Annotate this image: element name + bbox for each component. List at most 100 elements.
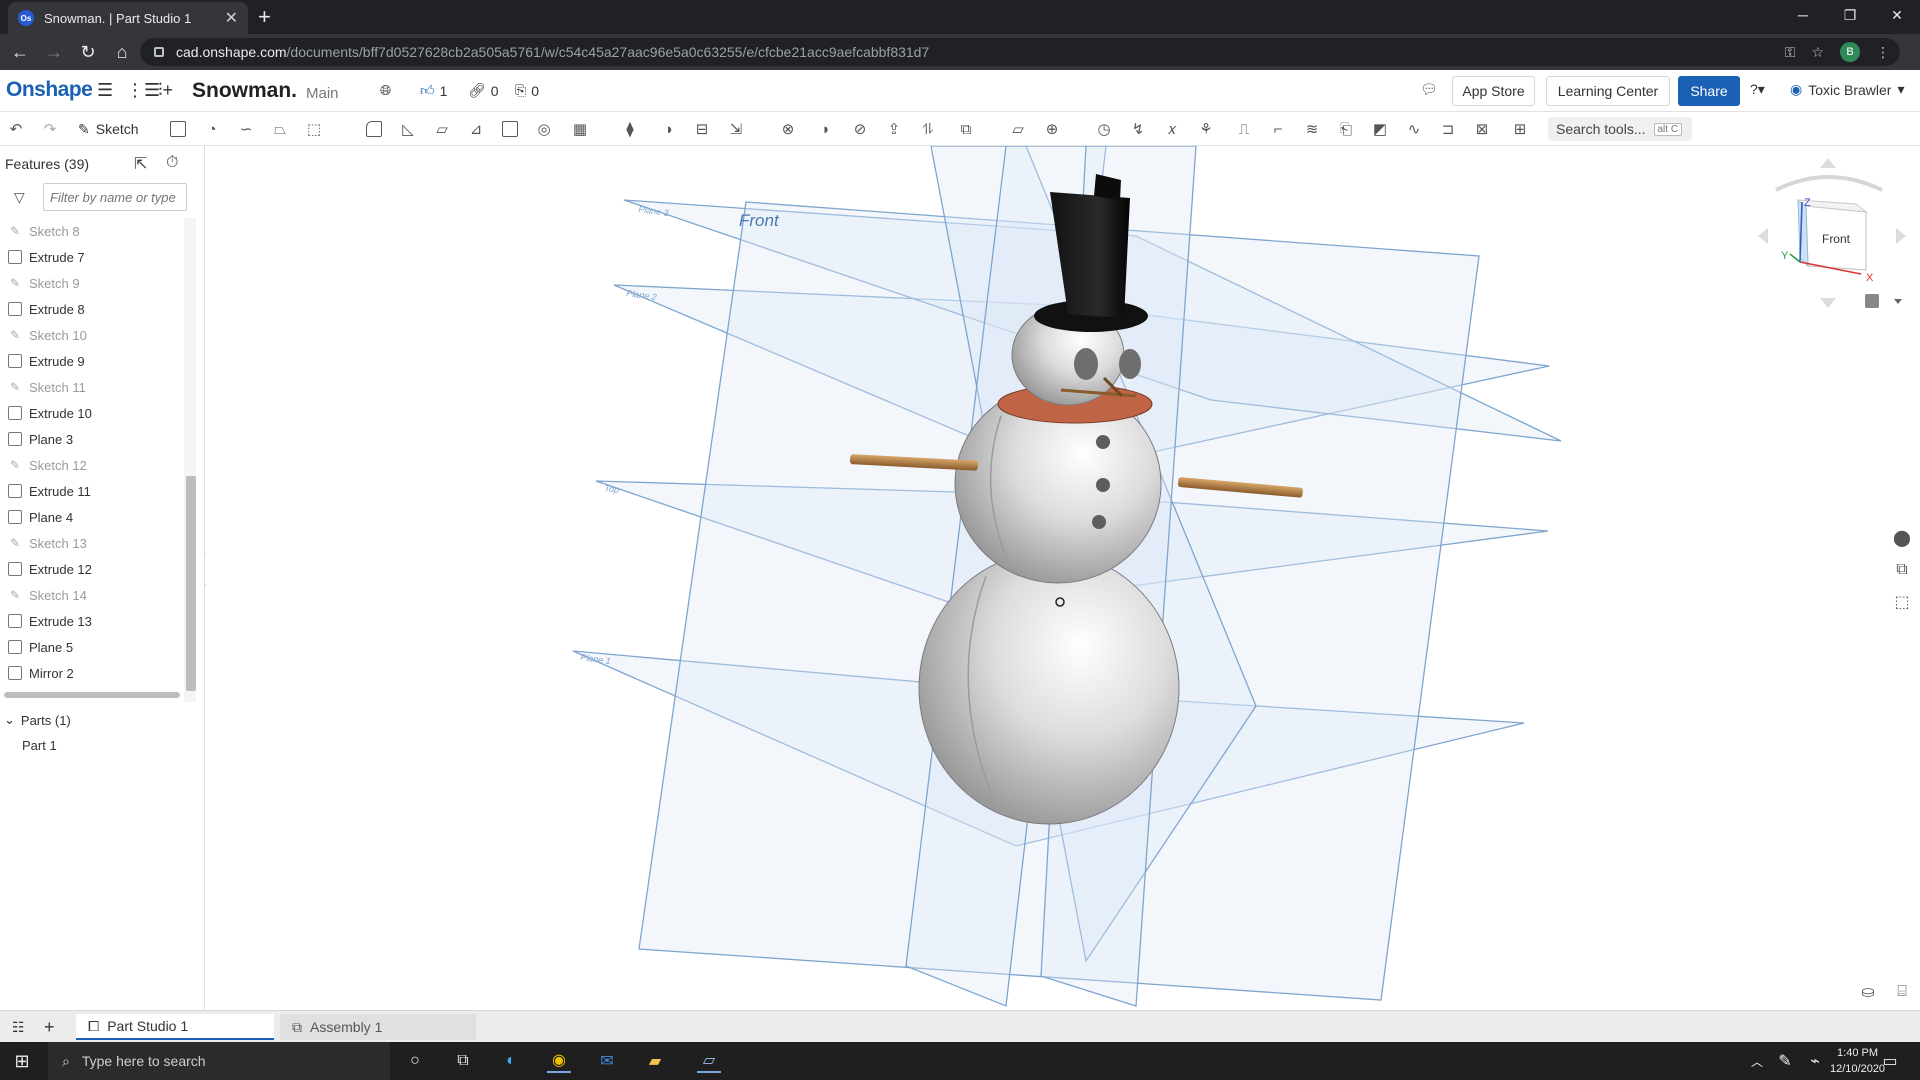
add-custom-feature-icon[interactable]: ⊞ — [1510, 119, 1530, 139]
feature-scrollbar-thumb[interactable] — [186, 476, 196, 691]
sheet-metal-icon[interactable]: ⎍ — [1234, 119, 1254, 139]
feature-item[interactable]: Extrude 9 — [0, 348, 182, 374]
feature-tree-icon[interactable]: ⋮☰ — [126, 80, 160, 101]
offset-surface-icon[interactable]: ⧉ — [956, 119, 976, 139]
timer-icon[interactable]: ⏱ — [166, 154, 178, 172]
feature-item[interactable]: ✎ Sketch 10 — [0, 322, 182, 348]
parts-header[interactable]: ⌄ Parts (1) — [4, 712, 71, 728]
bend-icon[interactable]: ∿ — [1404, 119, 1424, 139]
render-mode-icon[interactable]: ⛀ — [1856, 980, 1880, 1004]
mate-connector-icon[interactable]: ⊕ — [1042, 119, 1062, 139]
windows-start-icon[interactable]: ⊞ — [10, 1049, 34, 1073]
sketch-button[interactable]: ✎ Sketch — [78, 118, 139, 140]
notifications-icon[interactable]: ▭ — [1878, 1049, 1902, 1073]
star-icon[interactable]: ☆ — [1811, 44, 1824, 61]
feature-item[interactable]: ✎ Sketch 8 — [0, 218, 182, 244]
key-icon[interactable]: ⚿ — [1785, 44, 1796, 61]
hem-icon[interactable]: ≋ — [1302, 119, 1322, 139]
loft-icon[interactable]: ⏢ — [270, 119, 290, 139]
thicken-icon[interactable]: ⬚ — [304, 119, 324, 139]
model-canvas[interactable]: Front Plane 3 Plane 2 Top Plane 1 Front … — [206, 146, 1920, 1010]
move-face-icon[interactable]: ⇪ — [884, 119, 904, 139]
edge-icon[interactable]: ◐ — [499, 1049, 523, 1073]
feature-item[interactable]: ✎ Sketch 12 — [0, 452, 182, 478]
url-field[interactable]: cad.onshape.com/documents/bff7d0527628cb… — [140, 38, 1900, 66]
joint-icon[interactable]: ⊐ — [1438, 119, 1458, 139]
boolean-icon[interactable]: ◑ — [658, 119, 678, 139]
horizontal-scrollbar[interactable] — [4, 692, 180, 698]
close-window-icon[interactable]: ✕ — [1874, 0, 1920, 30]
back-icon[interactable]: ← — [6, 38, 34, 66]
minimize-icon[interactable]: ─ — [1780, 0, 1826, 30]
sweep-icon[interactable]: ∽ — [236, 119, 256, 139]
feature-item[interactable]: Extrude 8 — [0, 296, 182, 322]
tab-part-studio-1[interactable]: ⧠ Part Studio 1 — [76, 1014, 274, 1040]
hole-icon[interactable]: ◎ — [534, 119, 554, 139]
chevron-up-icon[interactable]: ︿ — [1745, 1049, 1769, 1073]
flange-icon[interactable]: ⌐ — [1268, 119, 1288, 139]
menu-icon[interactable]: ☰ — [97, 80, 113, 101]
pattern-icon[interactable]: ▦ — [570, 119, 590, 139]
user-menu[interactable]: ◉ Toxic Brawler ▾ — [1790, 81, 1905, 98]
undo-icon[interactable]: ↶ — [6, 119, 26, 139]
feature-item[interactable]: ✎ Sketch 11 — [0, 374, 182, 400]
feature-item[interactable]: Extrude 12 — [0, 556, 182, 582]
feature-item[interactable]: Extrude 11 — [0, 478, 182, 504]
new-tab-icon[interactable]: + — [258, 4, 271, 30]
tab-assembly-1[interactable]: ⧉ Assembly 1 — [280, 1014, 476, 1040]
restore-icon[interactable]: ❐ — [1827, 0, 1873, 30]
transform-icon[interactable]: ⇲ — [726, 119, 746, 139]
parts-icon[interactable]: ⧉ — [1890, 558, 1914, 582]
taskbar-search[interactable]: ⌕ Type here to search — [48, 1042, 390, 1080]
cortana-icon[interactable]: ○ — [403, 1049, 427, 1073]
part-item[interactable]: Part 1 — [22, 738, 57, 753]
workspace-name[interactable]: Main — [306, 85, 339, 102]
rollback-icon[interactable]: ⇱ — [134, 154, 147, 174]
feature-item[interactable]: ✎ Sketch 13 — [0, 530, 182, 556]
feature-item[interactable]: Mirror 2 — [0, 660, 182, 686]
feature-item[interactable]: Plane 5 — [0, 634, 182, 660]
plane-icon[interactable]: ▱ — [1008, 119, 1028, 139]
feature-filter-input[interactable] — [43, 183, 187, 211]
reload-icon[interactable]: ↻ — [74, 38, 102, 66]
flat-view-icon[interactable]: ⊠ — [1472, 119, 1492, 139]
links[interactable]: 🔗︎ 0 — [468, 82, 499, 99]
insert-icon[interactable]: ⫶+ — [158, 80, 173, 101]
modify-fillet-icon[interactable]: ◗ — [816, 119, 836, 139]
rib-icon[interactable]: ⊿ — [466, 119, 486, 139]
chamfer-icon[interactable]: ◺ — [398, 119, 418, 139]
corner-icon[interactable]: ◩ — [1370, 119, 1390, 139]
tab-icon[interactable]: ⎗ — [1336, 119, 1356, 139]
redo-icon[interactable]: ↷ — [40, 119, 60, 139]
draft-icon[interactable]: ⏥ — [432, 119, 452, 139]
feature-item[interactable]: ✎ Sketch 9 — [0, 270, 182, 296]
helix-icon[interactable]: ◷ — [1094, 119, 1114, 139]
more-icon[interactable]: ⋮ — [1876, 44, 1890, 61]
share-button[interactable]: Share — [1678, 76, 1740, 106]
browser-tab[interactable]: Os Snowman. | Part Studio 1 ✕ — [8, 2, 248, 34]
add-tab-icon[interactable]: + — [36, 1014, 55, 1040]
fillet-icon[interactable] — [364, 119, 384, 139]
mail-icon[interactable]: ✉ — [595, 1049, 619, 1073]
chrome-icon[interactable]: ◉ — [547, 1049, 571, 1073]
curve-icon[interactable]: ↯ — [1128, 119, 1148, 139]
graphics-viewport[interactable]: Front Plane 3 Plane 2 Top Plane 1 Front … — [206, 146, 1920, 1010]
forward-icon[interactable]: → — [40, 38, 68, 66]
feature-item[interactable]: Plane 3 — [0, 426, 182, 452]
likes[interactable]: 👍︎ 1 — [420, 82, 447, 99]
file-explorer-icon[interactable]: ▰ — [643, 1049, 667, 1073]
app-icon[interactable]: ▱ — [697, 1049, 721, 1073]
appearance-icon[interactable]: ⬤ — [1890, 526, 1914, 550]
help-icon[interactable]: ?▾ — [1750, 81, 1765, 98]
comments-icon[interactable]: 💬︎ — [1420, 81, 1438, 98]
feature-item[interactable]: Plane 4 — [0, 504, 182, 530]
shell-icon[interactable] — [500, 119, 520, 139]
copies[interactable]: ⎘ 0 — [515, 82, 539, 99]
feature-item[interactable]: Extrude 7 — [0, 244, 182, 270]
pen-icon[interactable]: ✎ — [1773, 1049, 1797, 1073]
network-icon[interactable]: ⌁ — [1803, 1049, 1827, 1073]
tab-manager-icon[interactable]: ☷ — [4, 1014, 25, 1040]
delete-face-icon[interactable]: ⊘ — [850, 119, 870, 139]
document-title[interactable]: Snowman. — [192, 79, 297, 103]
composite-icon[interactable]: ⚘ — [1196, 119, 1216, 139]
